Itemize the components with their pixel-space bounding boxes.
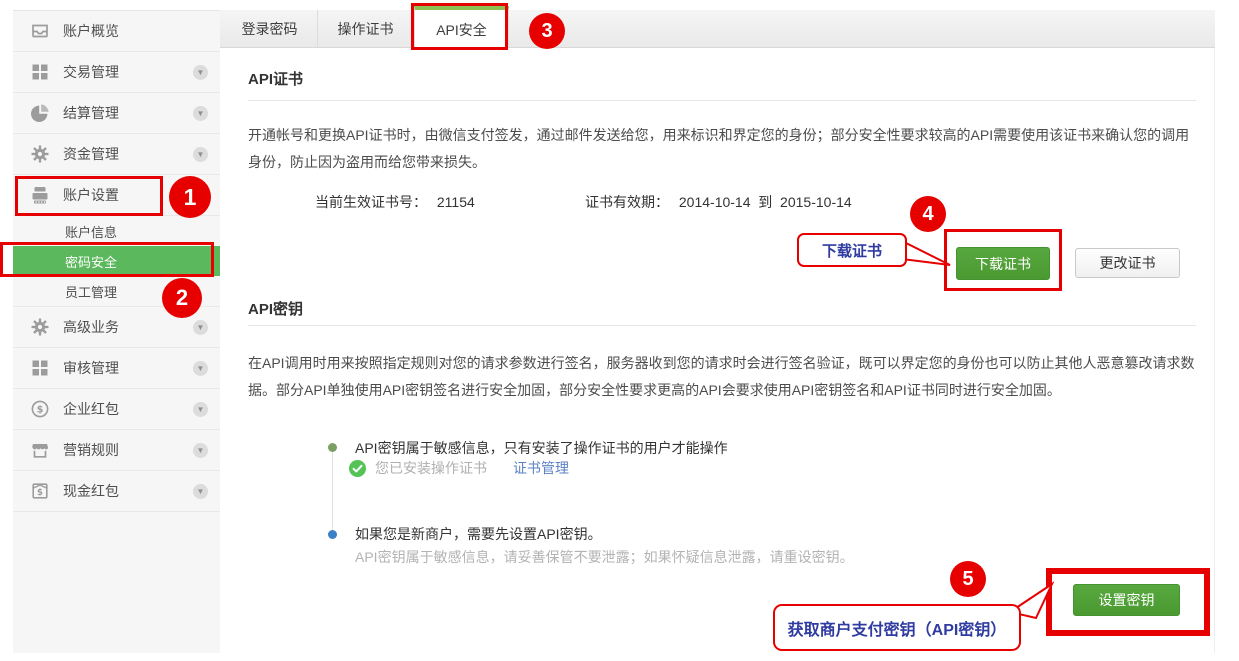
check-circle-icon xyxy=(349,460,366,477)
tab-operation-cert[interactable]: 操作证书 xyxy=(318,10,414,47)
chevron-down-icon[interactable]: ▼ xyxy=(193,147,208,162)
divider xyxy=(248,100,1196,101)
sidebar-item-label: 账户概览 xyxy=(63,21,119,41)
storefront-icon xyxy=(30,440,50,460)
current-cert-row: 当前生效证书号： 21154 xyxy=(315,192,475,212)
sidebar-item-label: 高级业务 xyxy=(63,317,119,337)
cert-manage-link[interactable]: 证书管理 xyxy=(513,458,569,478)
wechat-pay-merchant-settings-page: 账户概览 交易管理 ▼ 结算管理 ▼ 资金管理 ▼ xyxy=(0,0,1239,661)
chevron-down-icon[interactable]: ▼ xyxy=(193,402,208,417)
sidebar-item-cash-redpacket[interactable]: $ 现金红包 ▼ xyxy=(13,471,220,512)
timeline-connector xyxy=(332,450,333,534)
sidebar-item-corp-redpacket[interactable]: $ 企业红包 ▼ xyxy=(13,389,220,430)
cert-validity-row: 证书有效期： 2014-10-14 到 2015-10-14 xyxy=(585,192,852,212)
sidebar-item-settle[interactable]: 结算管理 ▼ xyxy=(13,93,220,134)
pie-chart-icon xyxy=(30,103,50,123)
api-key-description: 在API调用时用来按照指定规则对您的请求参数进行签名，服务器收到您的请求时会进行… xyxy=(248,350,1196,404)
chevron-down-icon[interactable]: ▼ xyxy=(193,443,208,458)
cert-validity-value: 2014-10-14 到 2015-10-14 xyxy=(679,194,852,210)
gear-icon xyxy=(30,144,50,164)
api-key-point2-note: API密钥属于敏感信息，请妥善保管不要泄露；如果怀疑信息泄露，请重设密钥。 xyxy=(355,547,854,567)
sidebar-item-label: 账户设置 xyxy=(63,185,119,205)
chevron-down-icon[interactable]: ▼ xyxy=(193,106,208,121)
sidebar-item-label: 企业红包 xyxy=(63,399,119,419)
sidebar-item-label: 现金红包 xyxy=(63,481,119,501)
gear-icon xyxy=(30,317,50,337)
api-key-point1: API密钥属于敏感信息，只有安装了操作证书的用户才能操作 xyxy=(355,438,728,458)
sidebar-item-label: 交易管理 xyxy=(63,62,119,82)
dollar-circle-icon: $ xyxy=(30,399,50,419)
sidebar-subitem-label: 密码安全 xyxy=(65,252,117,271)
api-cert-section-title: API证书 xyxy=(248,68,303,89)
chevron-down-icon[interactable]: ▼ xyxy=(193,320,208,335)
grid-icon xyxy=(30,62,50,82)
set-api-key-button[interactable]: 设置密钥 xyxy=(1073,584,1180,616)
sidebar-item-advanced[interactable]: 高级业务 ▼ xyxy=(13,307,220,348)
chevron-down-icon[interactable]: ▼ xyxy=(193,65,208,80)
change-cert-button[interactable]: 更改证书 xyxy=(1075,248,1180,278)
svg-text:$: $ xyxy=(37,404,44,415)
sidebar-item-label: 资金管理 xyxy=(63,144,119,164)
sidebar-item-label: 审核管理 xyxy=(63,358,119,378)
cert-validity-label: 证书有效期： xyxy=(585,194,669,210)
envelope-dollar-icon: $ xyxy=(30,481,50,501)
api-key-section-title: API密钥 xyxy=(248,298,303,319)
inbox-icon xyxy=(30,21,50,41)
sidebar-subitem-label: 员工管理 xyxy=(65,282,117,301)
cert-installed-status: 您已安装操作证书 xyxy=(375,458,487,478)
sidebar-item-password-security[interactable]: 密码安全 xyxy=(13,246,220,276)
cert-installed-row: 您已安装操作证书 证书管理 xyxy=(349,458,569,478)
chevron-down-icon[interactable]: ▼ xyxy=(193,361,208,376)
sidebar-item-audit[interactable]: 审核管理 ▼ xyxy=(13,348,220,389)
current-cert-label: 当前生效证书号： xyxy=(315,194,427,210)
sidebar-item-funds[interactable]: 资金管理 ▼ xyxy=(13,134,220,175)
sidebar-item-trade[interactable]: 交易管理 ▼ xyxy=(13,52,220,93)
grid-icon xyxy=(30,358,50,378)
download-cert-button[interactable]: 下载证书 xyxy=(956,247,1050,280)
tab-login-password[interactable]: 登录密码 xyxy=(222,10,318,47)
timeline-dot-green xyxy=(328,443,337,452)
sidebar-item-label: 营销规则 xyxy=(63,440,119,460)
divider xyxy=(248,325,1196,326)
chevron-down-icon[interactable]: ▼ xyxy=(193,484,208,499)
sidebar-item-label: 结算管理 xyxy=(63,103,119,123)
sidebar: 账户概览 交易管理 ▼ 结算管理 ▼ 资金管理 ▼ xyxy=(13,10,220,653)
current-cert-value: 21154 xyxy=(437,194,475,210)
api-cert-description: 开通帐号和更换API证书时，由微信支付签发，通过邮件发送给您，用来标识和界定您的… xyxy=(248,122,1198,176)
sidebar-item-marketing[interactable]: 营销规则 ▼ xyxy=(13,430,220,471)
timeline-dot-blue xyxy=(328,530,337,539)
sidebar-item-account-info[interactable]: 账户信息 xyxy=(13,216,220,246)
sidebar-item-staff[interactable]: 员工管理 xyxy=(13,276,220,307)
sidebar-item-account-settings[interactable]: 账户设置 xyxy=(13,175,220,216)
printer-icon xyxy=(30,185,50,205)
tab-api-security[interactable]: API安全 xyxy=(414,6,509,48)
sidebar-item-account-overview[interactable]: 账户概览 xyxy=(13,11,220,52)
sidebar-subitem-label: 账户信息 xyxy=(65,222,117,241)
api-key-point2: 如果您是新商户，需要先设置API密钥。 xyxy=(355,524,602,544)
svg-text:$: $ xyxy=(37,488,43,498)
security-tabbar: 登录密码 操作证书 API安全 xyxy=(220,10,1215,48)
